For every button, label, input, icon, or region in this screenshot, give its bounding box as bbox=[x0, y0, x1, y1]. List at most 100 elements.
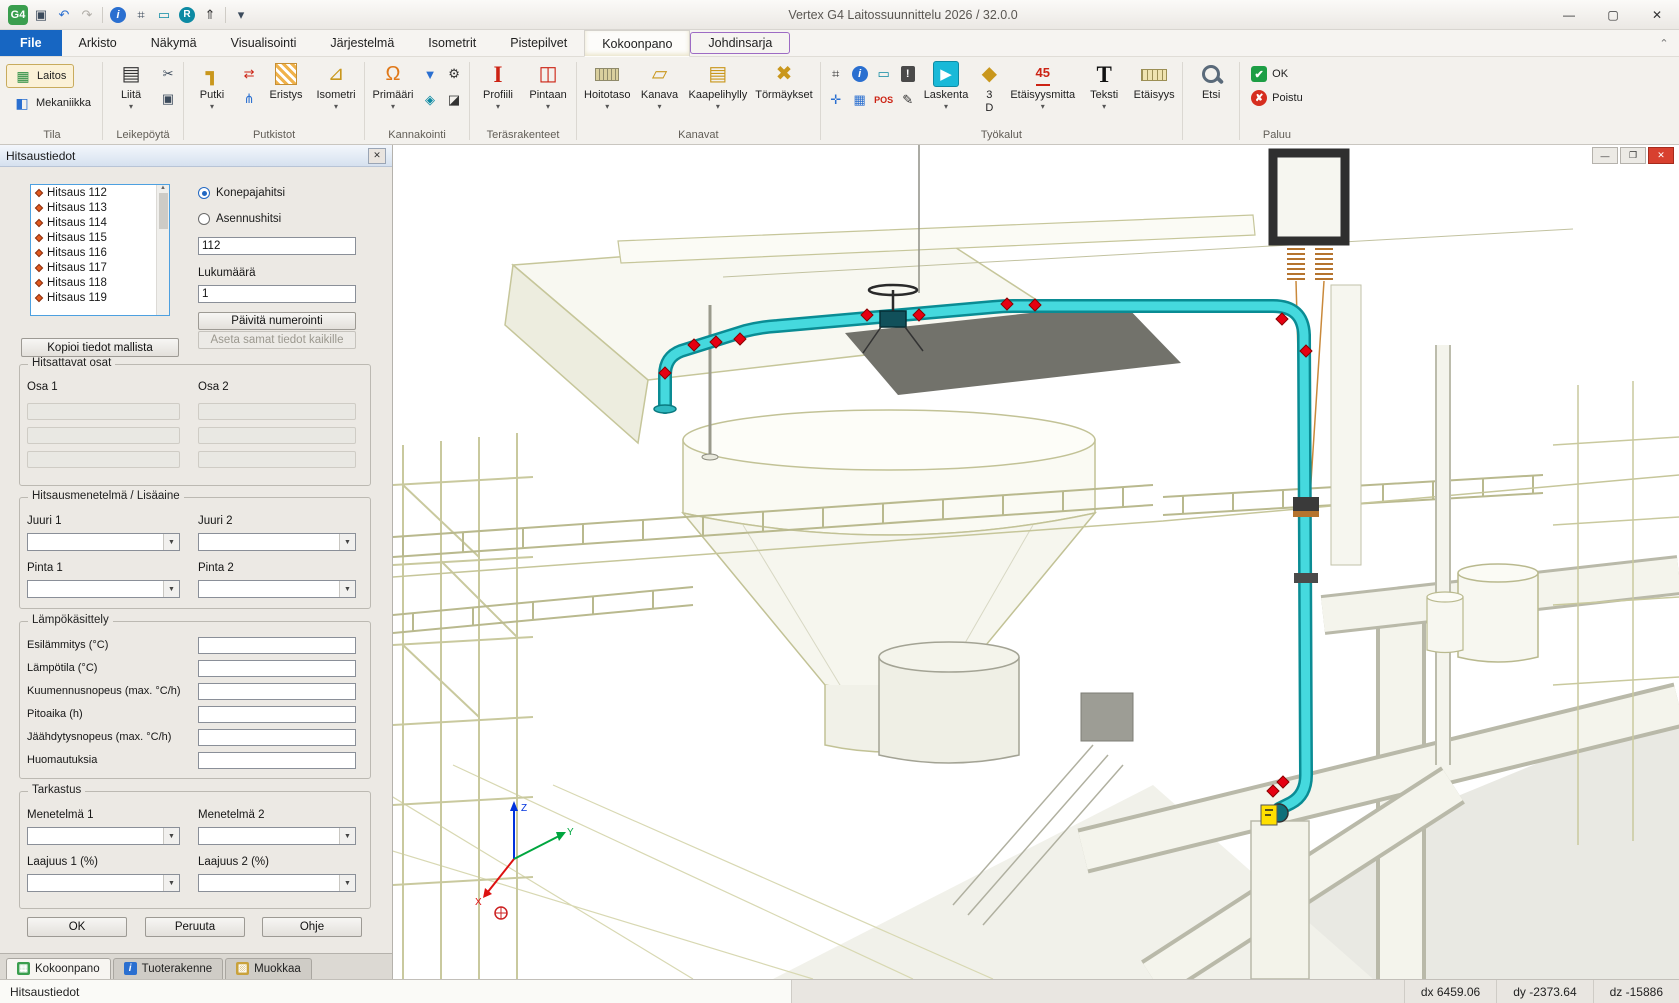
menetelma1-combo[interactable]: ▼ bbox=[27, 827, 180, 845]
flow-icon[interactable]: ⇄ bbox=[238, 63, 260, 85]
wrench-icon[interactable]: ⚙ bbox=[443, 63, 465, 85]
etsi-button[interactable]: Etsi bbox=[1187, 58, 1235, 103]
list-item[interactable]: Hitsaus 115 bbox=[31, 230, 169, 245]
move-snap-icon[interactable]: ✛ bbox=[825, 89, 847, 111]
restore-icon[interactable]: ❐ bbox=[1620, 147, 1646, 164]
copy-icon[interactable]: ▣ bbox=[157, 88, 179, 110]
save-icon[interactable]: ▣ bbox=[31, 5, 51, 25]
tab-nakyma[interactable]: Näkymä bbox=[134, 30, 214, 56]
eristys-button[interactable]: Eristys bbox=[262, 58, 310, 103]
tab-jarjestelma[interactable]: Järjestelmä bbox=[313, 30, 411, 56]
panel-icon[interactable]: ▭ bbox=[873, 63, 895, 85]
slate-icon[interactable]: ◪ bbox=[443, 89, 465, 111]
lukumaara-input[interactable] bbox=[198, 285, 356, 303]
snap-icon[interactable]: ⌗ bbox=[825, 63, 847, 85]
teksti-button[interactable]: T Teksti ▾ bbox=[1080, 58, 1128, 112]
scrollbar[interactable]: ▲ bbox=[156, 185, 169, 315]
position-icon[interactable]: POS bbox=[873, 89, 895, 111]
list-item[interactable]: Hitsaus 119 bbox=[31, 290, 169, 305]
primaari-button[interactable]: Ω Primääri ▾ bbox=[369, 58, 417, 112]
juuri2-combo[interactable]: ▼ bbox=[198, 533, 356, 551]
edit-icon[interactable]: ✎ bbox=[897, 89, 919, 111]
maximize-icon[interactable]: ▢ bbox=[1591, 0, 1635, 29]
branch-icon[interactable]: ⋔ bbox=[238, 88, 260, 110]
liita-button[interactable]: ▤ Liitä ▾ bbox=[107, 58, 155, 112]
3d-viewport[interactable]: — ❐ ✕ bbox=[393, 145, 1679, 979]
tab-isometrit[interactable]: Isometrit bbox=[411, 30, 493, 56]
minimize-icon[interactable]: — bbox=[1592, 147, 1618, 164]
alert-icon[interactable]: ! bbox=[897, 63, 919, 85]
r-badge-icon[interactable]: R bbox=[177, 5, 197, 25]
info-icon[interactable]: i bbox=[849, 63, 871, 85]
putki-button[interactable]: ┓ Putki ▾ bbox=[188, 58, 236, 112]
tab-file[interactable]: File bbox=[0, 30, 62, 56]
weld-list[interactable]: Hitsaus 112 Hitsaus 113 Hitsaus 114 Hits… bbox=[30, 184, 170, 316]
menetelma2-combo[interactable]: ▼ bbox=[198, 827, 356, 845]
calculator-icon[interactable]: ⌗ bbox=[131, 5, 151, 25]
tab-visualisointi[interactable]: Visualisointi bbox=[214, 30, 314, 56]
kanava-button[interactable]: ▱ Kanava ▾ bbox=[636, 58, 684, 112]
tab-arkisto[interactable]: Arkisto bbox=[62, 30, 134, 56]
table-icon[interactable]: ▦ bbox=[849, 89, 871, 111]
scrollbar-thumb[interactable] bbox=[159, 193, 168, 229]
list-item[interactable]: Hitsaus 113 bbox=[31, 200, 169, 215]
mekaniikka-button[interactable]: ◧ Mekaniikka bbox=[6, 92, 98, 114]
juuri1-combo[interactable]: ▼ bbox=[27, 533, 180, 551]
collapse-ribbon-icon[interactable]: ⌃ bbox=[1649, 30, 1679, 56]
list-item[interactable]: Hitsaus 116 bbox=[31, 245, 169, 260]
kolme-d-button[interactable]: ◆ 3 D bbox=[973, 58, 1005, 115]
minimize-icon[interactable]: — bbox=[1547, 0, 1591, 29]
redo-icon[interactable]: ↷ bbox=[77, 5, 97, 25]
isometri-button[interactable]: ⊿ Isometri ▾ bbox=[312, 58, 360, 112]
laajuus1-combo[interactable]: ▼ bbox=[27, 874, 180, 892]
hoitotaso-button[interactable]: Hoitotaso ▾ bbox=[581, 58, 633, 112]
tormaykset-button[interactable]: ✖ Törmäykset bbox=[752, 58, 815, 103]
display-icon[interactable]: ▭ bbox=[154, 5, 174, 25]
pinta1-combo[interactable]: ▼ bbox=[27, 580, 180, 598]
gem-icon[interactable]: ◈ bbox=[419, 89, 441, 111]
close-icon[interactable]: ✕ bbox=[1635, 0, 1679, 29]
list-item[interactable]: Hitsaus 112 bbox=[31, 185, 169, 200]
paivita-numerointi-button[interactable]: Päivitä numerointi bbox=[198, 312, 356, 330]
list-item[interactable]: Hitsaus 114 bbox=[31, 215, 169, 230]
list-item[interactable]: Hitsaus 117 bbox=[31, 260, 169, 275]
cut-icon[interactable]: ✂ bbox=[157, 63, 179, 85]
esilammitys-input[interactable] bbox=[198, 637, 356, 654]
radio-konepajahitsi[interactable]: Konepajahitsi bbox=[198, 187, 285, 199]
tab-johdinsarja[interactable]: Johdinsarja bbox=[690, 32, 790, 54]
dialog-ohje-button[interactable]: Ohje bbox=[262, 917, 362, 937]
dialog-ok-button[interactable]: OK bbox=[27, 917, 127, 937]
jaahdytysnopeus-input[interactable] bbox=[198, 729, 356, 746]
close-icon[interactable]: ✕ bbox=[368, 148, 386, 164]
tab-tuoterakenne[interactable]: i Tuoterakenne bbox=[113, 958, 224, 979]
laskenta-button[interactable]: ▶ Laskenta ▾ bbox=[921, 58, 972, 112]
profiili-button[interactable]: I Profiili ▾ bbox=[474, 58, 522, 112]
kaapelihylly-button[interactable]: ▤ Kaapelihylly ▾ bbox=[686, 58, 751, 112]
poistu-button[interactable]: ✘ Poistu bbox=[1244, 88, 1310, 108]
laitos-button[interactable]: ▦ Laitos bbox=[6, 64, 74, 88]
dialog-peruuta-button[interactable]: Peruuta bbox=[145, 917, 245, 937]
list-item[interactable]: Hitsaus 118 bbox=[31, 275, 169, 290]
weld-number-input[interactable] bbox=[198, 237, 356, 255]
pitoaika-input[interactable] bbox=[198, 706, 356, 723]
info-icon[interactable]: i bbox=[108, 5, 128, 25]
undo-icon[interactable]: ↶ bbox=[54, 5, 74, 25]
etaisyys-button[interactable]: Etäisyys bbox=[1130, 58, 1178, 103]
etaisyysmitta-button[interactable]: 45 Etäisyysmitta ▾ bbox=[1007, 58, 1078, 112]
huomautuksia-input[interactable] bbox=[198, 752, 356, 769]
tab-muokkaa[interactable]: ▨ Muokkaa bbox=[225, 958, 312, 979]
kuumennusnopeus-input[interactable] bbox=[198, 683, 356, 700]
tab-kokoonpano[interactable]: Kokoonpano bbox=[584, 30, 690, 57]
close-icon[interactable]: ✕ bbox=[1648, 147, 1674, 164]
ok-button[interactable]: ✔ OK bbox=[1244, 64, 1295, 84]
kopioi-tiedot-button[interactable]: Kopioi tiedot mallista bbox=[21, 338, 179, 357]
tab-pistepilvet[interactable]: Pistepilvet bbox=[493, 30, 584, 56]
export-icon[interactable]: ⇑ bbox=[200, 5, 220, 25]
laajuus2-combo[interactable]: ▼ bbox=[198, 874, 356, 892]
radio-asennushitsi[interactable]: Asennushitsi bbox=[198, 213, 281, 225]
tab-kokoonpano-bottom[interactable]: ▦ Kokoonpano bbox=[6, 958, 111, 979]
pintaan-button[interactable]: ◫ Pintaan ▾ bbox=[524, 58, 572, 112]
chevron-down-icon[interactable]: ▾ bbox=[231, 5, 251, 25]
lampotila-input[interactable] bbox=[198, 660, 356, 677]
filter-icon[interactable]: ▼ bbox=[419, 63, 441, 85]
